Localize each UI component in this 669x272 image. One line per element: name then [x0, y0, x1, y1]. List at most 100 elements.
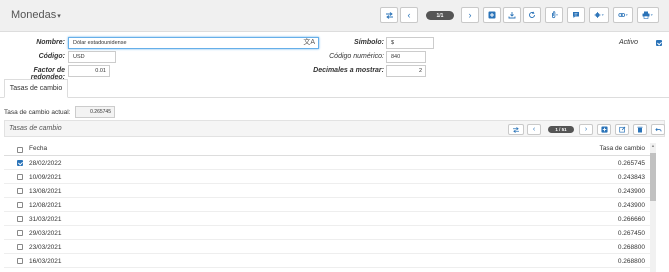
edit-icon [618, 126, 625, 133]
codigo-numerico-field[interactable]: 840 [386, 51, 426, 63]
trash-icon [637, 126, 643, 133]
decimales-field[interactable]: 2 [386, 65, 426, 77]
table-row[interactable]: 16/03/2021 0.268800 [4, 255, 650, 268]
row-date: 31/03/2021 [29, 216, 62, 223]
factor-redondeo-field[interactable]: 0.01 [68, 65, 110, 77]
table-row[interactable]: 10/09/2021 0.243843 [4, 171, 650, 184]
row-rate: 0.268800 [617, 244, 645, 251]
plus-square-icon [488, 11, 496, 19]
activo-label: Activo [618, 39, 638, 46]
paperclip-icon [551, 11, 558, 19]
plus-square-icon [600, 126, 608, 133]
rates-grid-header: Tasas de cambio ‹ 1 / 51 › [4, 120, 665, 137]
row-rate: 0.243900 [617, 188, 645, 195]
select-all-checkbox[interactable] [17, 147, 23, 153]
simbolo-field[interactable]: $ [386, 37, 434, 49]
grid-edit-button[interactable] [615, 124, 629, 135]
caret-down-icon: ▾ [57, 13, 61, 20]
row-rate: 0.267450 [617, 230, 645, 237]
actions-menu-button[interactable] [589, 7, 609, 23]
top-toolbar: Monedas▾ ‹ 1/1 › [0, 0, 669, 32]
download-icon [508, 12, 516, 19]
translate-icon[interactable]: 文A [303, 38, 315, 48]
undo-icon [654, 127, 662, 131]
grid-undo-button[interactable] [651, 124, 665, 135]
app-title-dropdown[interactable]: Monedas▾ [11, 9, 61, 21]
table-row[interactable]: 29/03/2021 0.267450 [4, 227, 650, 240]
row-rate: 0.266660 [617, 216, 645, 223]
table-row[interactable]: 31/03/2021 0.266660 [4, 213, 650, 226]
swap-arrows-icon [385, 11, 393, 19]
grid-column-header: Fecha Tasa de cambio [4, 143, 650, 156]
current-rate-label: Tasa de cambio actual: [4, 109, 71, 116]
simbolo-label: Símbolo: [354, 39, 384, 46]
swap-arrows-button[interactable] [380, 7, 398, 23]
col-tasa-header[interactable]: Tasa de cambio [599, 145, 645, 152]
cogs-icon [594, 12, 604, 18]
chevron-right-icon: › [468, 10, 472, 20]
row-checkbox[interactable] [17, 174, 23, 180]
current-rate-field: 0.265745 [75, 106, 115, 118]
rates-grid-title: Tasas de cambio [9, 125, 62, 132]
prev-record-button[interactable]: ‹ [400, 7, 418, 23]
row-rate: 0.243900 [617, 202, 645, 209]
print-icon [642, 11, 653, 19]
row-checkbox[interactable] [17, 202, 23, 208]
row-checkbox[interactable] [17, 216, 23, 222]
row-rate: 0.265745 [617, 160, 645, 167]
grid-prev-button[interactable]: ‹ [527, 124, 541, 135]
grid-swap-button[interactable] [508, 124, 524, 135]
comment-icon [573, 12, 579, 18]
col-fecha-header[interactable]: Fecha [29, 145, 47, 152]
grid-next-button[interactable]: › [579, 124, 593, 135]
refresh-icon [529, 11, 535, 18]
table-row[interactable]: 28/02/2022 0.265745 [4, 157, 650, 170]
row-date: 10/09/2021 [29, 174, 62, 181]
row-rate: 0.243843 [617, 174, 645, 181]
chevron-left-icon: ‹ [407, 10, 411, 20]
codigo-field[interactable]: USD [68, 51, 116, 63]
print-menu-button[interactable] [637, 7, 659, 23]
row-checkbox[interactable] [17, 244, 23, 250]
nombre-field[interactable]: Dólar estadounidense 文A [68, 37, 319, 49]
grid-delete-button[interactable] [633, 124, 647, 135]
link-icon [617, 13, 628, 17]
refresh-button[interactable] [523, 7, 541, 23]
scrollbar-thumb[interactable] [650, 153, 656, 201]
table-row[interactable]: 12/08/2021 0.243900 [4, 199, 650, 212]
chevron-right-icon: › [584, 126, 588, 133]
grid-scrollbar[interactable]: ▲ [650, 143, 656, 272]
next-record-button[interactable]: › [461, 7, 479, 23]
table-row[interactable]: 23/03/2021 0.268800 [4, 241, 650, 254]
links-menu-button[interactable] [613, 7, 633, 23]
tab-strip-border [0, 97, 669, 98]
row-checkbox[interactable] [17, 258, 23, 264]
attachments-button[interactable] [545, 7, 563, 23]
row-date: 12/08/2021 [29, 202, 62, 209]
table-row[interactable]: 13/08/2021 0.243900 [4, 185, 650, 198]
nombre-label: Nombre: [36, 39, 65, 46]
download-button[interactable] [503, 7, 521, 23]
swap-arrows-icon [513, 126, 519, 133]
row-date: 16/03/2021 [29, 258, 62, 265]
row-date: 28/02/2022 [29, 160, 62, 167]
scroll-up-icon[interactable]: ▲ [650, 143, 656, 151]
row-checkbox[interactable] [17, 230, 23, 236]
chevron-left-icon: ‹ [532, 126, 536, 133]
add-record-button[interactable] [483, 7, 501, 23]
codigo-numerico-label: Código numérico: [329, 53, 384, 60]
grid-add-button[interactable] [597, 124, 611, 135]
row-date: 23/03/2021 [29, 244, 62, 251]
comments-button[interactable] [567, 7, 585, 23]
grid-pager-badge: 1 / 51 [548, 126, 574, 133]
row-date: 13/08/2021 [29, 188, 62, 195]
row-checkbox[interactable] [17, 188, 23, 194]
row-checkbox[interactable] [17, 160, 23, 166]
activo-checkbox[interactable] [656, 40, 662, 46]
row-rate: 0.268800 [617, 258, 645, 265]
app-title: Monedas [11, 9, 57, 21]
codigo-label: Código: [38, 53, 65, 60]
record-pager-badge: 1/1 [426, 11, 454, 20]
row-date: 29/03/2021 [29, 230, 62, 237]
tab-tasas-de-cambio[interactable]: Tasas de cambio [4, 79, 68, 98]
